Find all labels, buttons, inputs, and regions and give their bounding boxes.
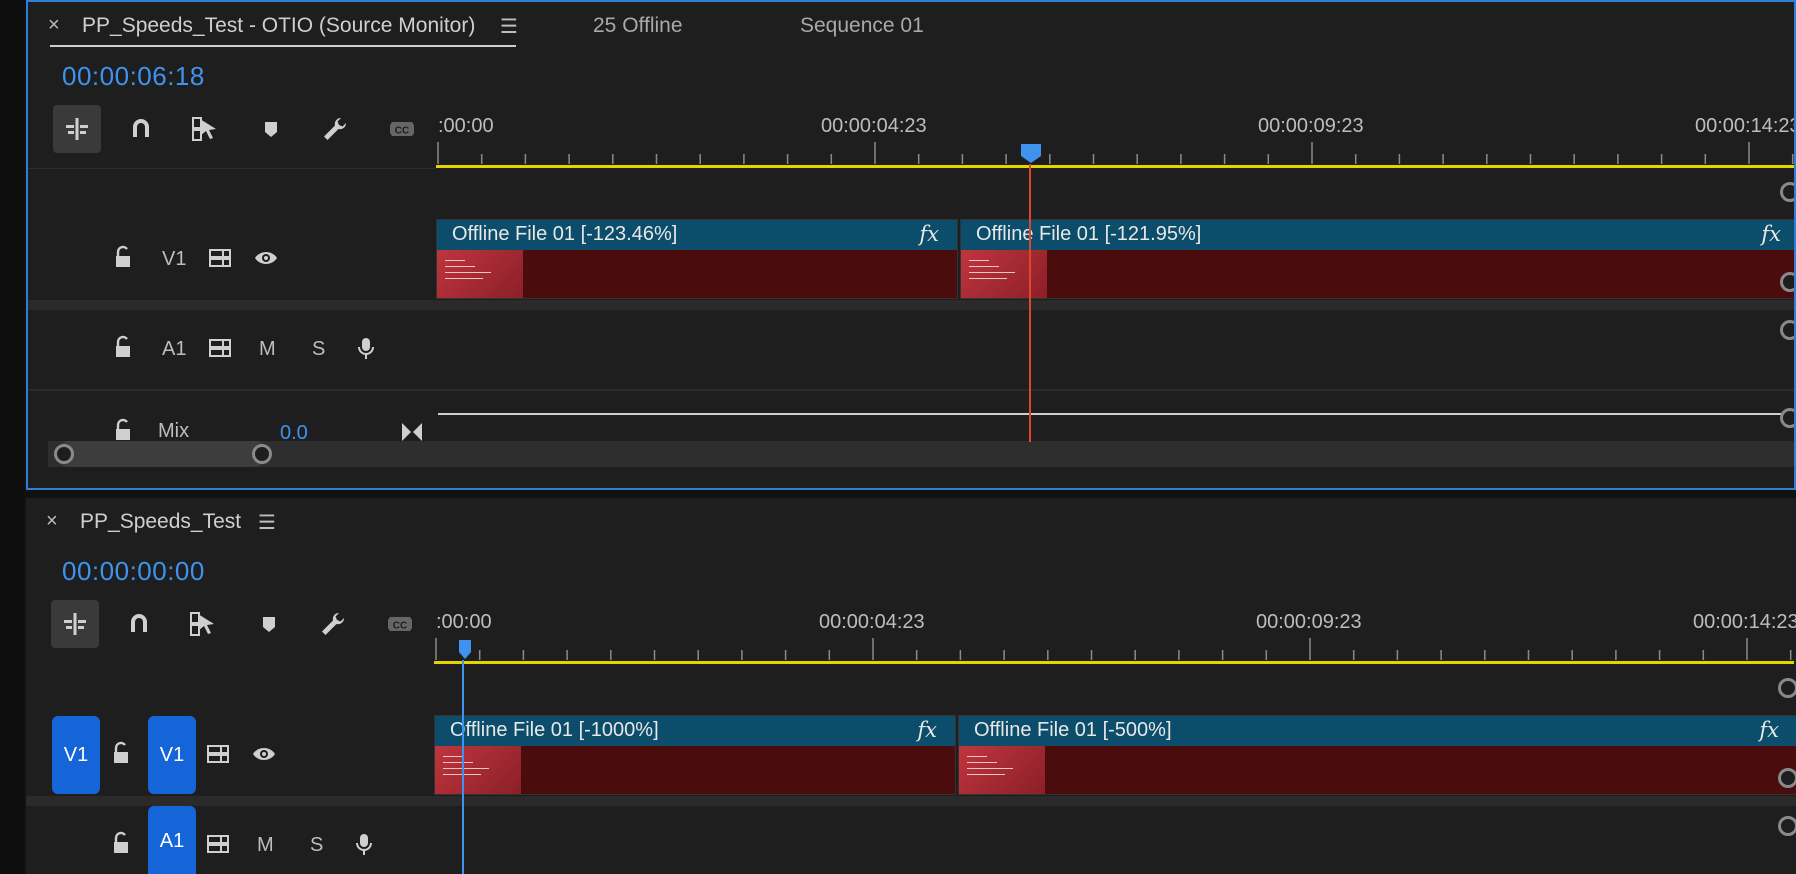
timeline-panel: × PP_Speeds_Test ☰ 00:00:00:00 CC :00:00… <box>26 498 1796 874</box>
linked-selection-icon[interactable] <box>179 600 227 648</box>
vertical-scroll-handle[interactable] <box>1780 272 1794 292</box>
tab-sequence-timeline[interactable]: PP_Speeds_Test <box>80 510 241 534</box>
playhead-handle[interactable] <box>458 638 472 660</box>
ruler-label: 00:00:14:23 <box>1695 115 1796 137</box>
source-tab-row: × PP_Speeds_Test - OTIO (Source Monitor)… <box>28 2 1794 54</box>
lock-track-icon[interactable] <box>110 741 134 771</box>
microphone-icon[interactable] <box>352 832 376 862</box>
vertical-scroll-handle[interactable] <box>1780 182 1794 202</box>
fx-badge-icon[interactable]: fx <box>1759 718 1779 742</box>
track-label-a1[interactable]: A1 <box>162 338 186 361</box>
wrench-settings-icon[interactable] <box>309 600 357 648</box>
timeline-clip[interactable]: Offline File 01 [-121.95%] fx <box>960 219 1794 299</box>
close-icon[interactable]: × <box>48 14 60 37</box>
track-target-a1-button[interactable]: A1 <box>148 806 196 874</box>
timeline-tab-row: × PP_Speeds_Test ☰ <box>26 498 1796 550</box>
svg-text:CC: CC <box>395 126 409 137</box>
timeline-clip[interactable]: Offline File 01 [-1000%] fx <box>434 715 956 795</box>
toggle-output-eye-icon[interactable] <box>254 246 278 276</box>
timeline-clip[interactable]: Offline File 01 [-500%] fx <box>958 715 1796 795</box>
vertical-scroll-handle[interactable] <box>1778 768 1796 788</box>
mute-track-button[interactable]: M <box>257 834 274 857</box>
time-ruler[interactable] <box>436 142 1796 166</box>
playhead-timecode[interactable]: 00:00:06:18 <box>62 61 205 92</box>
insert-sequence-nest-icon[interactable] <box>51 600 99 648</box>
sync-lock-icon[interactable] <box>206 832 230 862</box>
lock-track-icon[interactable] <box>112 335 136 365</box>
insert-sequence-nest-icon[interactable] <box>53 105 101 153</box>
fx-badge-icon[interactable]: fx <box>919 222 939 246</box>
active-tab-underline <box>50 45 516 47</box>
work-area-bar[interactable] <box>436 165 1794 168</box>
source-patch-v1-button[interactable]: V1 <box>52 716 100 794</box>
clip-thumbnail <box>437 250 523 298</box>
mix-track-label: Mix <box>158 420 190 442</box>
left-panel-edge <box>0 0 24 874</box>
clip-name: Offline File 01 [-500%] <box>974 719 1172 741</box>
scrollbar-thumb[interactable] <box>56 441 268 467</box>
clip-name: Offline File 01 [-1000%] <box>450 719 659 741</box>
close-icon[interactable]: × <box>46 510 58 533</box>
solo-track-button[interactable]: S <box>312 338 325 361</box>
panel-divider[interactable] <box>24 490 1796 498</box>
ruler-label: 00:00:09:23 <box>1256 611 1362 633</box>
snap-magnet-icon[interactable] <box>115 600 163 648</box>
ruler-label: 00:00:09:23 <box>1258 115 1364 137</box>
playhead-line[interactable] <box>1029 164 1031 442</box>
solo-track-button[interactable]: S <box>310 834 323 857</box>
snap-magnet-icon[interactable] <box>117 105 165 153</box>
toggle-output-eye-icon[interactable] <box>252 742 276 772</box>
mute-track-button[interactable]: M <box>259 338 276 361</box>
fx-badge-icon[interactable]: fx <box>917 718 937 742</box>
wrench-settings-icon[interactable] <box>311 105 359 153</box>
source-monitor-panel: × PP_Speeds_Test - OTIO (Source Monitor)… <box>26 0 1796 490</box>
clip-thumbnail <box>435 746 521 794</box>
svg-text:CC: CC <box>393 621 407 632</box>
clip-name: Offline File 01 [-121.95%] <box>976 223 1202 245</box>
ruler-label: 00:00:14:23 <box>1693 611 1796 633</box>
timeline-zoom-scrollbar-track[interactable] <box>48 441 1794 467</box>
clip-thumbnail <box>961 250 1047 298</box>
clip-name: Offline File 01 [-123.46%] <box>452 223 678 245</box>
tab-source-monitor[interactable]: PP_Speeds_Test - OTIO (Source Monitor) <box>82 14 475 38</box>
add-marker-icon[interactable] <box>245 600 293 648</box>
sync-lock-icon[interactable] <box>208 336 232 366</box>
lock-track-icon[interactable] <box>110 831 134 861</box>
lock-track-icon[interactable] <box>112 245 136 275</box>
track-target-v1-button[interactable]: V1 <box>148 716 196 794</box>
sync-lock-icon[interactable] <box>208 246 232 276</box>
vertical-scroll-handle[interactable] <box>1780 408 1794 428</box>
track-label-v1[interactable]: V1 <box>162 248 186 271</box>
playhead-timecode[interactable]: 00:00:00:00 <box>62 556 205 587</box>
scrollbar-right-handle[interactable] <box>252 444 272 464</box>
vertical-scroll-handle[interactable] <box>1778 678 1796 698</box>
playhead-line[interactable] <box>462 660 464 874</box>
mix-volume-line[interactable] <box>438 413 1794 415</box>
ruler-label: 00:00:04:23 <box>819 611 925 633</box>
linked-selection-icon[interactable] <box>181 105 229 153</box>
playhead-handle[interactable] <box>1020 142 1042 164</box>
clip-thumbnail <box>959 746 1045 794</box>
panel-menu-icon[interactable]: ☰ <box>500 14 518 39</box>
ruler-label: :00:00 <box>436 611 492 633</box>
time-ruler[interactable] <box>434 638 1794 662</box>
tab-offline[interactable]: 25 Offline <box>593 14 683 38</box>
add-marker-icon[interactable] <box>247 105 295 153</box>
vertical-scroll-handle[interactable] <box>1778 816 1796 836</box>
work-area-bar[interactable] <box>434 661 1794 664</box>
scrollbar-left-handle[interactable] <box>54 444 74 464</box>
sync-lock-icon[interactable] <box>206 742 230 772</box>
ruler-label: 00:00:04:23 <box>821 115 927 137</box>
tab-sequence-01[interactable]: Sequence 01 <box>800 14 924 38</box>
ruler-label: :00:00 <box>438 115 494 137</box>
fx-badge-icon[interactable]: fx <box>1761 222 1781 246</box>
timeline-clip[interactable]: Offline File 01 [-123.46%] fx <box>436 219 958 299</box>
captions-cc-icon[interactable]: CC <box>378 105 426 153</box>
vertical-scroll-handle[interactable] <box>1780 320 1794 340</box>
panel-menu-icon[interactable]: ☰ <box>258 510 276 535</box>
microphone-icon[interactable] <box>354 336 378 366</box>
captions-cc-icon[interactable]: CC <box>376 600 424 648</box>
